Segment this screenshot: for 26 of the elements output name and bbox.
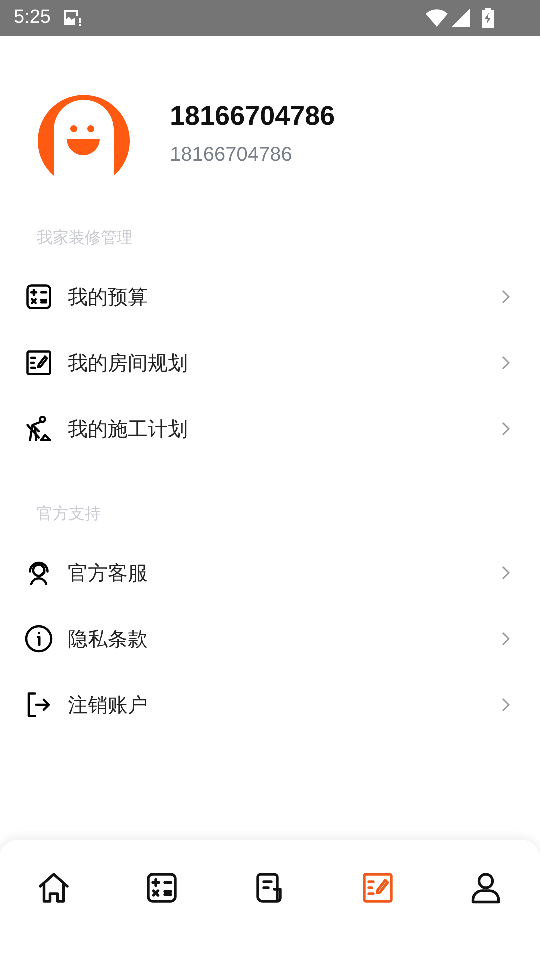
- menu-item[interactable]: 我的房间规划: [0, 330, 540, 396]
- menu-item[interactable]: 注销账户: [0, 672, 540, 738]
- status-time: 5:25: [14, 7, 51, 29]
- chevron-right-icon: [502, 698, 510, 712]
- chevron-right-icon: [502, 356, 510, 370]
- battery-charging-icon: [482, 8, 494, 28]
- chevron-right-icon: [502, 290, 510, 304]
- chevron-right-icon: [502, 422, 510, 436]
- user-name: 18166704786: [170, 101, 336, 132]
- menu-item[interactable]: 官方客服: [0, 540, 540, 606]
- chevron-right-icon: [502, 632, 510, 646]
- menu-item[interactable]: 我的施工计划: [0, 396, 540, 462]
- info-icon: [24, 624, 54, 654]
- calculator-icon: [144, 870, 180, 906]
- signal-icon: [452, 9, 470, 27]
- notepad-pencil-icon: [24, 348, 54, 378]
- chevron-right-icon: [502, 566, 510, 580]
- user-phone: 18166704786: [170, 144, 294, 167]
- image-notification-icon: [62, 9, 83, 27]
- menu-item[interactable]: 隐私条款: [0, 606, 540, 672]
- menu-item[interactable]: 我的预算: [0, 264, 540, 330]
- notepad-pencil-icon: [360, 870, 396, 906]
- home-icon: [36, 870, 72, 906]
- wifi-icon: [426, 9, 448, 27]
- calculator-icon: [24, 282, 54, 312]
- worker-digging-icon: [24, 414, 54, 444]
